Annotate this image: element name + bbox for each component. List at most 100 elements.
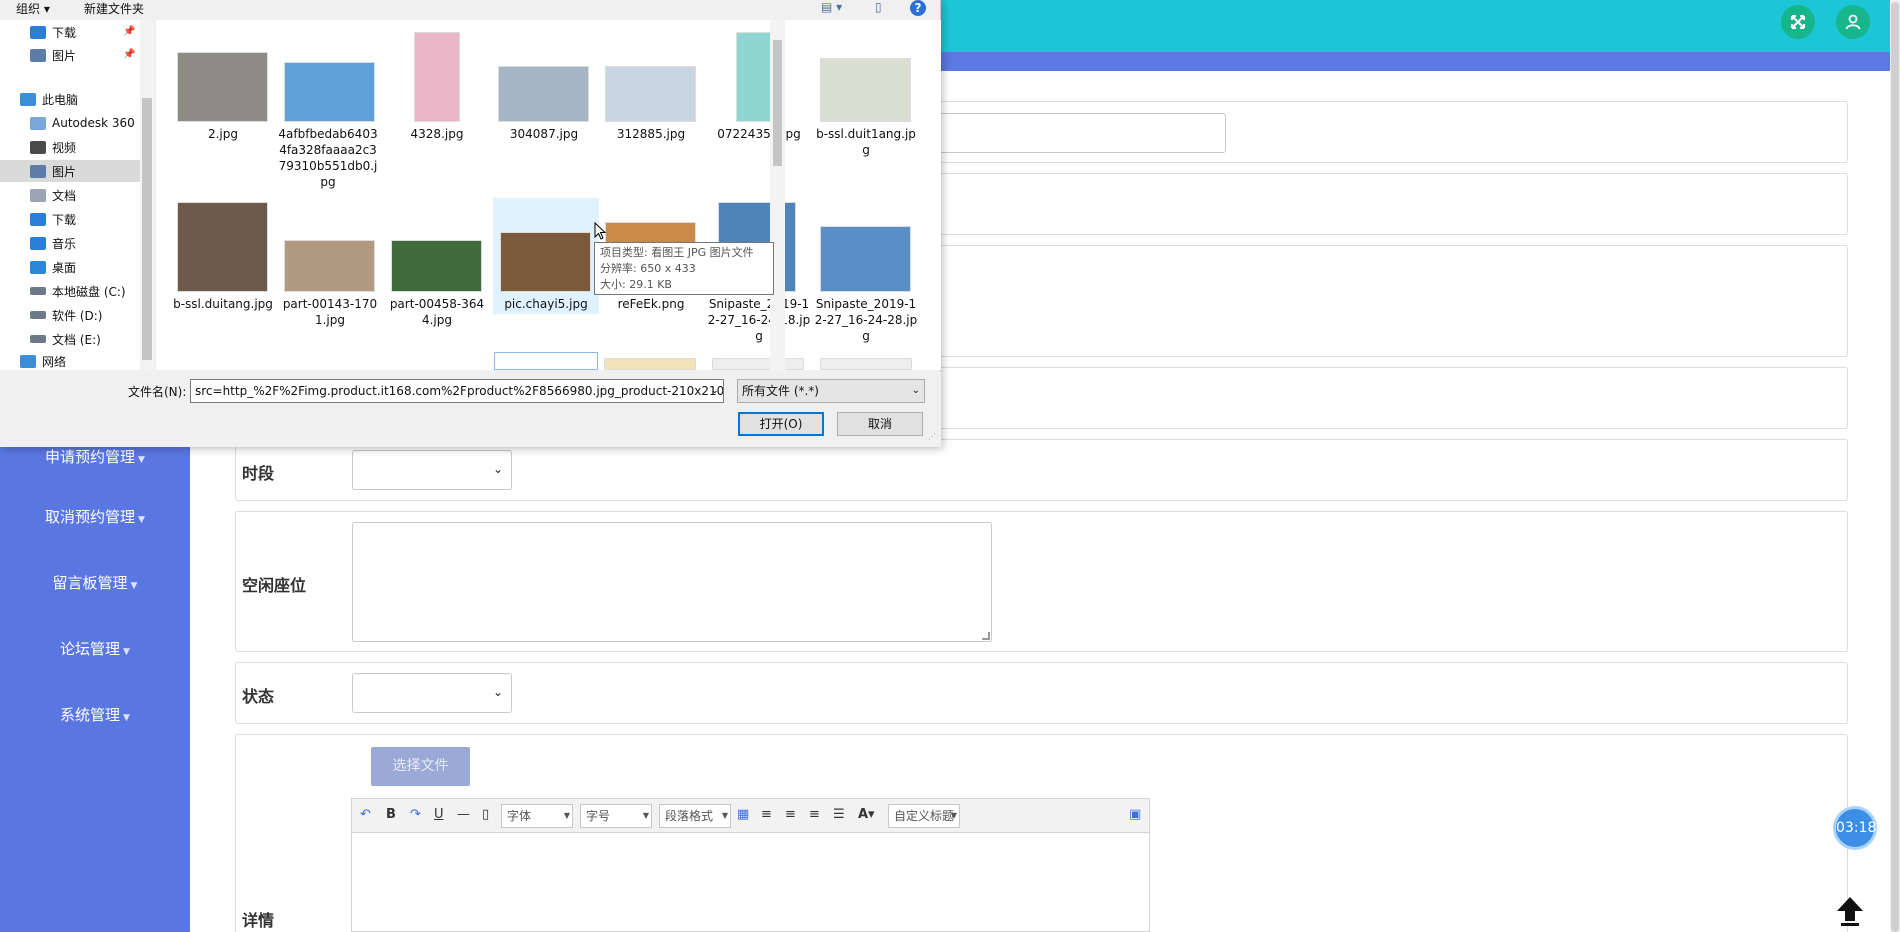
file-type-select[interactable]: 所有文件 (*.*) ⌄: [737, 379, 925, 403]
file-thumbnail[interactable]: [284, 240, 375, 292]
nav-item-label: 文档: [52, 188, 77, 203]
file-thumbnail[interactable]: [494, 352, 598, 370]
open-button[interactable]: 打开(O): [738, 412, 824, 436]
file-thumbnail[interactable]: [712, 358, 804, 370]
file-item[interactable]: 2.jpg: [171, 126, 275, 142]
caret-down-icon: ▼: [138, 515, 145, 525]
preview-icon[interactable]: ▣: [1129, 807, 1141, 822]
nav-item-downloads-2[interactable]: 下载: [30, 208, 76, 230]
sidebar-item-message-board[interactable]: 留言板管理 ▼: [0, 572, 190, 593]
sidebar-item-system[interactable]: 系统管理 ▼: [0, 704, 190, 725]
free-seats-textarea[interactable]: [352, 522, 992, 642]
font-size-dropdown[interactable]: 字号 ▼: [580, 804, 652, 828]
nav-item-drive-d[interactable]: 软件 (D:): [30, 304, 102, 326]
bold-icon[interactable]: B: [386, 807, 396, 822]
page-scrollbar[interactable]: [1890, 0, 1900, 932]
file-item[interactable]: 312885.jpg: [599, 126, 703, 142]
back-to-top-button[interactable]: [1832, 892, 1868, 928]
file-thumbnail[interactable]: [820, 358, 912, 370]
dialog-toolbar: 组织 ▾ 新建文件夹 ▤ ▾ ▯ ?: [0, 0, 940, 18]
file-thumbnail[interactable]: [177, 52, 268, 122]
nav-item-documents[interactable]: 文档: [30, 184, 76, 206]
file-list-scrollbar[interactable]: [770, 20, 785, 370]
underline-icon[interactable]: U: [434, 807, 444, 822]
nav-item-label: 下载: [52, 25, 77, 40]
nav-item-network[interactable]: 网络: [20, 350, 66, 372]
align-center-icon[interactable]: ≡: [785, 807, 796, 822]
file-item[interactable]: 4afbfbedab64034fa328faaaa2c379310b551db0…: [278, 126, 378, 190]
file-item[interactable]: 4328.jpg: [385, 126, 489, 142]
rich-text-editor[interactable]: ↶ B ↷ U — ▯ 字体 ▼ 字号 ▼ 段落格式 ▼ ▦ ≡ ≡ ≡ ☰ A▾ 自…: [351, 798, 1150, 932]
font-color-icon[interactable]: A▾: [858, 807, 875, 822]
horizontal-rule-icon[interactable]: —: [457, 807, 470, 822]
resize-grip-icon[interactable]: ⋰: [928, 432, 936, 441]
nav-item-downloads[interactable]: 下载: [30, 21, 76, 43]
file-open-dialog: 组织 ▾ 新建文件夹 ▤ ▾ ▯ ? 下载 图片 📌 📌 此电脑 Autodes…: [0, 0, 941, 447]
nav-item-pictures-pinned[interactable]: 图片: [30, 44, 76, 66]
undo-icon[interactable]: ↶: [360, 807, 371, 822]
custom-title-dropdown[interactable]: 自定义标题 ▼: [888, 804, 960, 828]
preview-pane-icon[interactable]: ▯: [875, 0, 882, 14]
align-justify-icon[interactable]: ☰: [833, 807, 845, 822]
file-list-scrollbar-thumb[interactable]: [773, 40, 782, 166]
paragraph-format-dropdown[interactable]: 段落格式 ▼: [659, 804, 731, 828]
nav-item-videos[interactable]: 视频: [30, 136, 76, 158]
user-profile-button[interactable]: [1836, 5, 1870, 39]
file-thumbnail[interactable]: [391, 240, 482, 292]
file-item-selected[interactable]: pic.chayi5.jpg: [494, 296, 598, 312]
file-item[interactable]: Snipaste_2019-12-27_16-24-28.jpg: [814, 296, 918, 344]
page-icon[interactable]: ▯: [482, 807, 489, 822]
redo-icon[interactable]: ↷: [410, 807, 421, 822]
file-item[interactable]: 07224351.jpg: [707, 126, 811, 142]
file-item[interactable]: b-ssl.duitang.jpg: [171, 296, 275, 312]
organize-menu[interactable]: 组织 ▾: [16, 0, 50, 17]
file-thumbnail[interactable]: [820, 226, 911, 292]
file-item[interactable]: reFeEk.png: [599, 296, 703, 312]
new-folder-button[interactable]: 新建文件夹: [84, 0, 144, 17]
period-select[interactable]: ⌄: [352, 450, 512, 490]
file-item[interactable]: Snipaste_2019-12-27_16-24-18.jpg: [707, 296, 811, 344]
table-icon[interactable]: ▦: [737, 807, 749, 822]
file-item[interactable]: 304087.jpg: [492, 126, 596, 142]
file-thumbnail[interactable]: [604, 358, 696, 370]
navigation-scrollbar-thumb[interactable]: [142, 98, 152, 360]
nav-item-pictures[interactable]: 图片: [0, 160, 140, 182]
page-scrollbar-thumb[interactable]: [1891, 2, 1899, 932]
status-label: 状态: [242, 687, 275, 706]
align-right-icon[interactable]: ≡: [809, 807, 820, 822]
file-thumbnail[interactable]: [498, 66, 589, 122]
timer-badge: 03:18: [1833, 806, 1877, 850]
sidebar-item-cancel-reservation[interactable]: 取消预约管理 ▼: [0, 506, 190, 527]
file-item[interactable]: part-00143-1701.jpg: [278, 296, 382, 328]
file-thumbnail[interactable]: [605, 66, 696, 122]
font-family-dropdown[interactable]: 字体 ▼: [501, 804, 573, 828]
file-thumbnail[interactable]: [284, 62, 375, 122]
file-thumbnail[interactable]: [177, 202, 268, 292]
nav-item-drive-c[interactable]: 本地磁盘 (C:): [30, 280, 126, 302]
navigation-scrollbar[interactable]: [140, 20, 154, 370]
file-thumbnail[interactable]: [820, 58, 911, 122]
help-icon[interactable]: ?: [910, 0, 926, 16]
file-thumbnail[interactable]: [414, 32, 460, 122]
cancel-button[interactable]: 取消: [837, 412, 923, 436]
choose-file-button[interactable]: 选择文件: [371, 747, 470, 786]
caret-down-icon: ▼: [642, 811, 649, 820]
file-item[interactable]: part-00458-3644.jpg: [385, 296, 489, 328]
chevron-down-icon[interactable]: ⌄: [711, 380, 719, 402]
align-left-icon[interactable]: ≡: [761, 807, 772, 822]
fullscreen-button[interactable]: [1781, 5, 1815, 39]
resize-grip-icon[interactable]: [982, 632, 990, 640]
file-thumbnail[interactable]: [500, 232, 591, 292]
status-select[interactable]: ⌄: [352, 673, 512, 713]
form-row-period: 时段 ⌄: [235, 439, 1848, 501]
nav-item-music[interactable]: 音乐: [30, 232, 76, 254]
nav-item-autodesk[interactable]: Autodesk 360: [30, 112, 135, 134]
nav-item-drive-e[interactable]: 文档 (E:): [30, 328, 101, 350]
sidebar-item-apply-reservation[interactable]: 申请预约管理 ▼: [0, 446, 190, 467]
nav-item-desktop[interactable]: 桌面: [30, 256, 76, 278]
sidebar-item-forum[interactable]: 论坛管理 ▼: [0, 638, 190, 659]
nav-item-this-pc[interactable]: 此电脑: [20, 88, 78, 110]
filename-input[interactable]: src=http_%2F%2Fimg.product.it168.com%2Fp…: [190, 379, 724, 403]
file-item[interactable]: b-ssl.duit1ang.jpg: [814, 126, 918, 158]
view-options-icon[interactable]: ▤ ▾: [821, 0, 842, 14]
